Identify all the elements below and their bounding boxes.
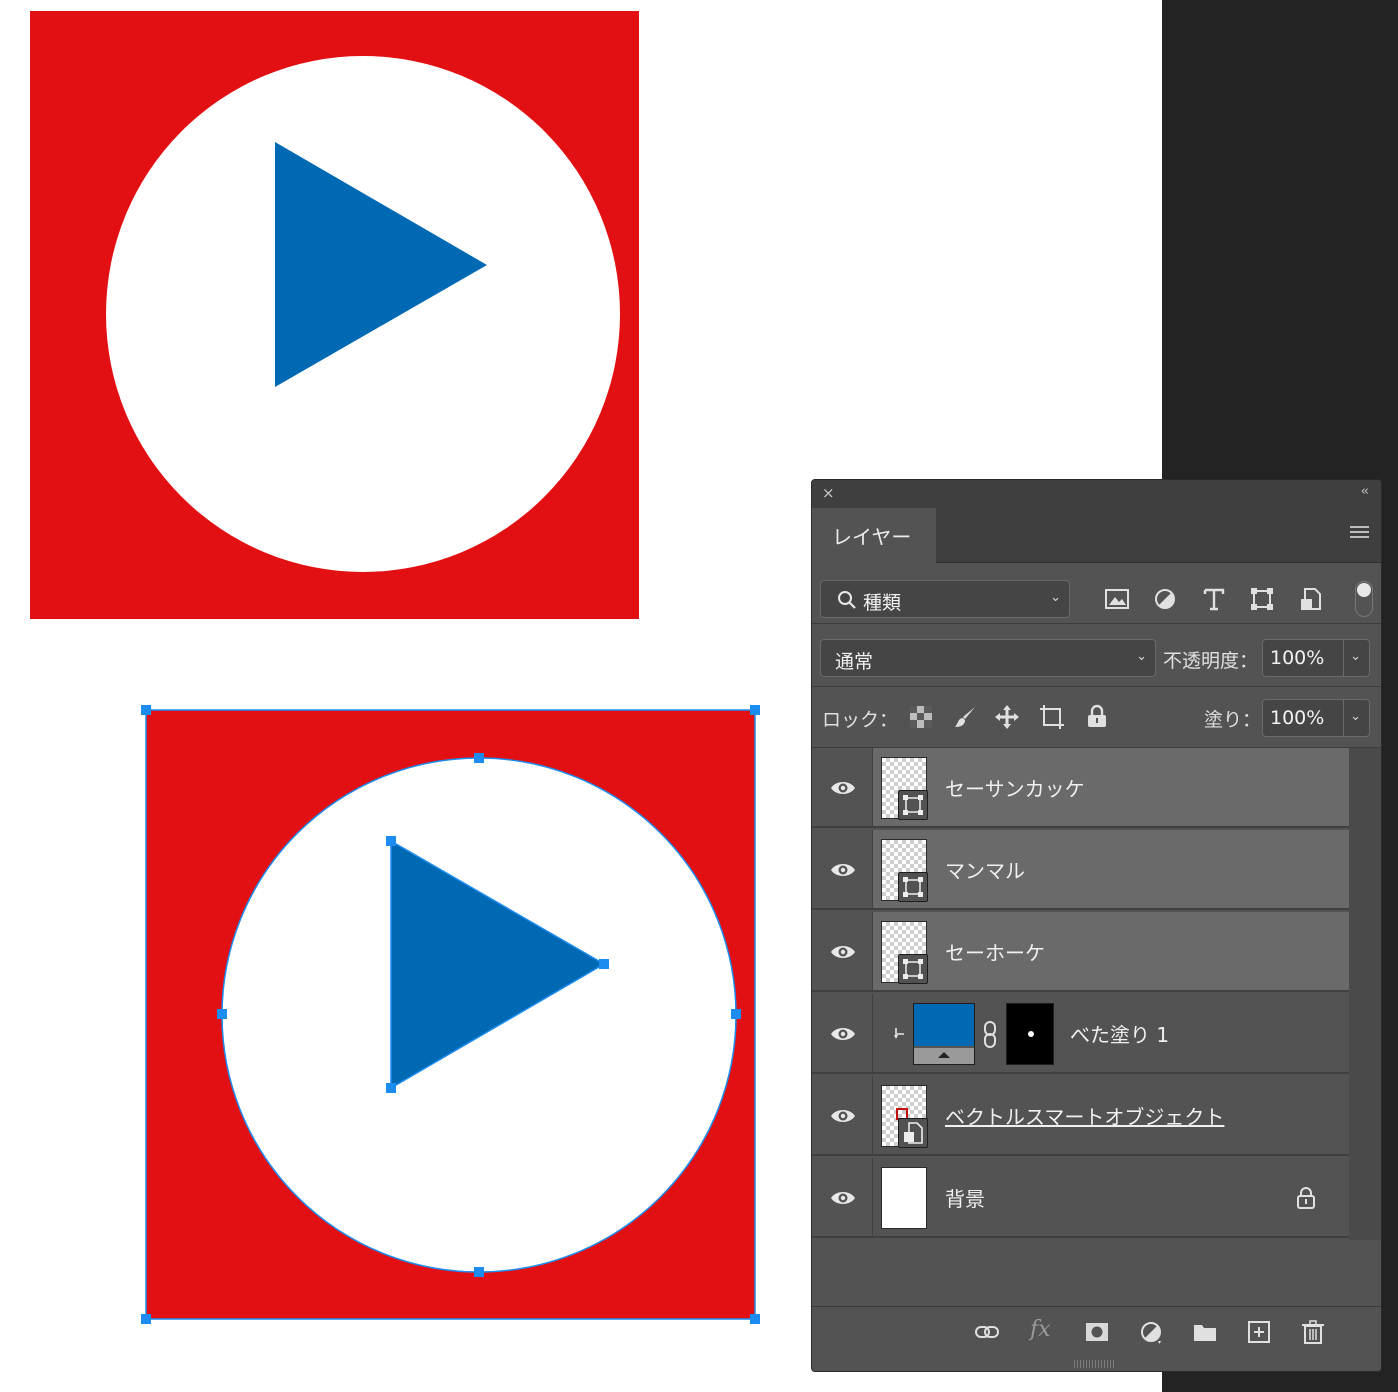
lock-row: ロック： 塗り： 100% ⌄ — [812, 687, 1381, 748]
panel-menu-icon[interactable] — [1350, 526, 1369, 541]
blend-mode-value: 通常 — [835, 651, 874, 673]
layer-name[interactable]: マンマル — [945, 855, 1025, 884]
link-icon[interactable] — [974, 1319, 1000, 1345]
layer-name[interactable]: べた塗り 1 — [1070, 1019, 1169, 1048]
anchor-point — [731, 1009, 741, 1019]
layer-row[interactable]: ベクトルスマートオブジェクト — [812, 1076, 1350, 1156]
smartobject-filter-icon[interactable] — [1298, 586, 1324, 612]
anchor-point — [386, 1083, 396, 1093]
anchor-point — [141, 705, 151, 715]
filter-kind-select[interactable]: 種類 ⌄ — [820, 580, 1070, 618]
filter-row: 種類 ⌄ — [812, 563, 1381, 624]
mask-thumbnail[interactable] — [1006, 1003, 1054, 1065]
layer-row[interactable]: 背景 — [812, 1158, 1350, 1238]
fill-value: 100% — [1270, 707, 1325, 729]
eye-icon[interactable] — [830, 1188, 856, 1208]
anchor-point — [474, 1267, 484, 1277]
opacity-label: 不透明度： — [1163, 650, 1259, 672]
lock-paint-icon[interactable] — [953, 704, 979, 730]
eye-icon[interactable] — [830, 778, 856, 798]
layer-row[interactable]: セーサンカッケ — [812, 748, 1350, 828]
chevron-down-icon[interactable]: ⌄ — [1350, 709, 1361, 724]
shape-layer-icon — [898, 872, 928, 902]
folder-icon[interactable] — [1192, 1319, 1218, 1345]
anchor-point — [599, 959, 609, 969]
chevron-down-icon[interactable]: ⌄ — [1350, 649, 1361, 664]
anchor-point — [217, 1009, 227, 1019]
type-filter-icon[interactable] — [1201, 586, 1227, 612]
smart-object-icon — [898, 1118, 928, 1148]
opacity-value: 100% — [1270, 647, 1325, 669]
fill-thumbnail — [913, 1003, 975, 1065]
trash-icon[interactable] — [1300, 1319, 1326, 1345]
panel-titlebar: × ‹‹ — [812, 480, 1381, 508]
eye-icon[interactable] — [830, 1024, 856, 1044]
shape-layer-icon — [898, 954, 928, 984]
link-chain-icon[interactable] — [981, 1020, 999, 1050]
opacity-field[interactable]: 100% ⌄ — [1262, 639, 1370, 677]
tab-layers[interactable]: レイヤー — [812, 508, 936, 563]
image-filter-icon[interactable] — [1104, 586, 1130, 612]
chevron-down-icon: ⌄ — [1136, 649, 1147, 664]
chevron-down-icon: ⌄ — [1050, 590, 1061, 605]
panel-footer: fx — [812, 1306, 1381, 1355]
mask-icon[interactable] — [1084, 1319, 1110, 1345]
layer-name[interactable]: 背景 — [945, 1183, 985, 1212]
lock-move-icon[interactable] — [994, 704, 1020, 730]
anchor-point — [386, 836, 396, 846]
layer-row[interactable]: べた塗り 1 — [812, 994, 1350, 1074]
fill-field[interactable]: 100% ⌄ — [1262, 699, 1370, 737]
lock-label: ロック： — [822, 709, 899, 731]
layer-name[interactable]: セーサンカッケ — [945, 773, 1085, 802]
anchor-point — [750, 705, 760, 715]
filter-toggle[interactable] — [1355, 581, 1373, 617]
blend-mode-select[interactable]: 通常 ⌄ — [820, 639, 1156, 677]
adjustment-icon[interactable] — [1138, 1319, 1164, 1345]
layer-thumbnail — [881, 839, 928, 902]
clipping-arrow-icon — [894, 1028, 904, 1039]
eye-icon[interactable] — [830, 860, 856, 880]
collapse-icon[interactable]: ‹‹ — [1361, 484, 1370, 499]
lock-all-icon[interactable] — [1084, 703, 1110, 729]
eye-icon[interactable] — [830, 1106, 856, 1126]
search-icon — [838, 591, 856, 609]
blend-row: 通常 ⌄ 不透明度： 100% ⌄ — [812, 624, 1381, 687]
anchor-point — [474, 753, 484, 763]
layer-name[interactable]: ベクトルスマートオブジェクト — [945, 1101, 1224, 1130]
lock-artboard-icon[interactable] — [1039, 704, 1065, 730]
layer-thumbnail — [881, 757, 928, 820]
filter-kind-value: 種類 — [863, 592, 902, 614]
tab-layers-label: レイヤー — [832, 525, 912, 549]
resize-grip[interactable] — [1074, 1360, 1114, 1368]
layer-row[interactable]: マンマル — [812, 830, 1350, 910]
shape-layer-icon — [898, 790, 928, 820]
anchor-point — [141, 1314, 151, 1324]
layer-thumbnail — [881, 921, 928, 984]
new-layer-icon[interactable] — [1246, 1319, 1272, 1345]
artwork-shape-layers[interactable] — [138, 702, 766, 1328]
eye-icon[interactable] — [830, 942, 856, 962]
scrollbar[interactable] — [1349, 748, 1381, 1240]
lock-icon[interactable] — [1295, 1186, 1317, 1210]
fill-label: 塗り： — [1204, 709, 1262, 731]
layer-thumbnail — [881, 1085, 928, 1148]
fx-icon[interactable]: fx — [1030, 1317, 1051, 1342]
adjustment-filter-icon[interactable] — [1152, 586, 1178, 612]
layer-row[interactable]: セーホーケ — [812, 912, 1350, 992]
anchor-point — [750, 1314, 760, 1324]
panel-tab-row: レイヤー — [812, 508, 1381, 563]
layer-name[interactable]: セーホーケ — [945, 937, 1045, 966]
lock-transparent-icon[interactable] — [908, 704, 934, 730]
close-icon[interactable]: × — [822, 484, 835, 502]
layer-thumbnail — [881, 1167, 927, 1229]
artwork-smart-object[interactable] — [30, 11, 639, 619]
shape-filter-icon[interactable] — [1249, 586, 1275, 612]
layers-panel: × ‹‹ レイヤー 種類 ⌄ 通常 ⌄ 不透明度： 100% ⌄ ロック： 塗り… — [811, 479, 1382, 1372]
